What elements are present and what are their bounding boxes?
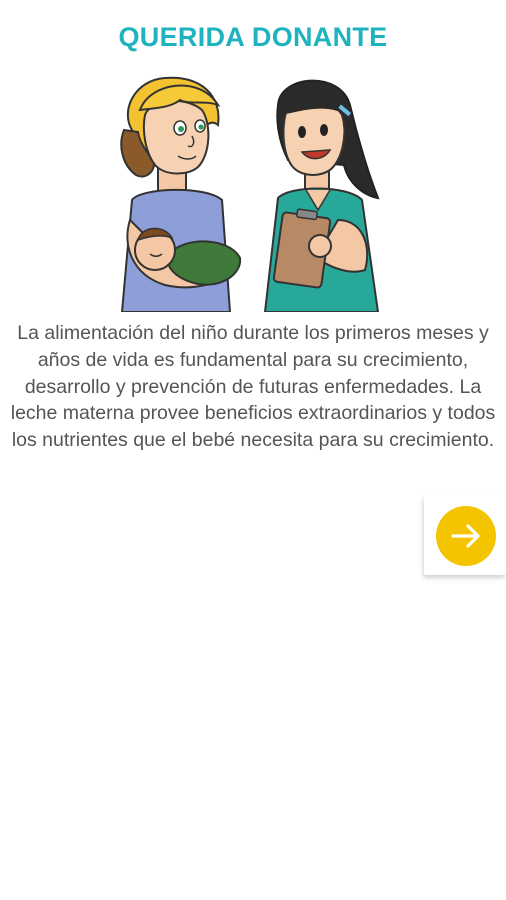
mother-nurse-illustration	[120, 76, 380, 312]
page-title: QUERIDA DONANTE	[118, 22, 388, 52]
mother-figure	[120, 76, 242, 312]
intro-paragraph: La alimentación del niño durante los pri…	[10, 322, 496, 452]
arrow-right-icon	[451, 524, 480, 548]
next-button-container	[424, 495, 506, 575]
nurse-figure	[263, 79, 380, 312]
next-button[interactable]	[436, 506, 496, 566]
